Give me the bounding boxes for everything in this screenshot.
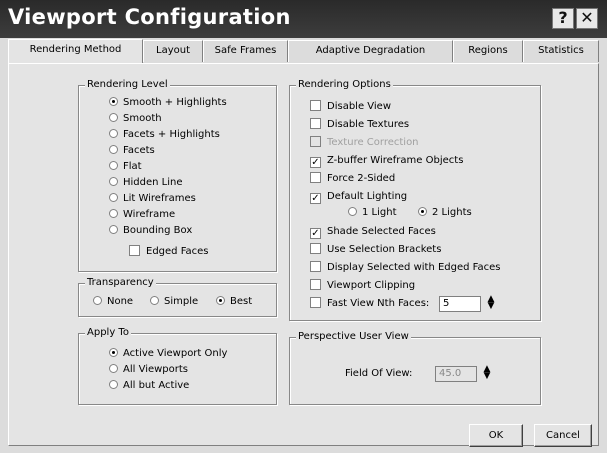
checkbox-disable-textures[interactable]: Disable Textures bbox=[310, 118, 409, 132]
radio-button[interactable] bbox=[109, 364, 118, 373]
checkmark-icon[interactable]: ✓ bbox=[310, 157, 321, 168]
checkbox-selection-brackets[interactable]: Use Selection Brackets bbox=[310, 243, 441, 257]
radio-button[interactable] bbox=[109, 177, 118, 186]
radio-smooth-highlights[interactable]: Smooth + Highlights bbox=[109, 96, 227, 110]
checkbox-display-edged-faces[interactable]: Display Selected with Edged Faces bbox=[310, 261, 500, 275]
apply-to-title: Apply To bbox=[85, 327, 131, 338]
radio-button[interactable] bbox=[109, 145, 118, 154]
perspective-title: Perspective User View bbox=[296, 331, 411, 342]
apply-to-group: Apply To Active Viewport Only All Viewpo… bbox=[78, 327, 277, 405]
radio-transparency-simple[interactable]: Simple bbox=[150, 295, 198, 309]
checkbox-shade-selected-faces[interactable]: ✓ Shade Selected Faces bbox=[310, 225, 436, 239]
help-button[interactable]: ? bbox=[552, 8, 574, 29]
radio-1-light[interactable]: 1 Light bbox=[348, 206, 397, 220]
close-button[interactable]: ✕ bbox=[576, 8, 598, 29]
rendering-level-group: Rendering Level Smooth + Highlights Smoo… bbox=[78, 79, 277, 272]
tab-safe-frames[interactable]: Safe Frames bbox=[203, 40, 288, 62]
radio-button[interactable] bbox=[109, 161, 118, 170]
radio-button[interactable] bbox=[150, 296, 159, 305]
radio-button[interactable] bbox=[109, 348, 118, 357]
tab-regions[interactable]: Regions bbox=[453, 40, 523, 62]
radio-button[interactable] bbox=[216, 296, 225, 305]
radio-button[interactable] bbox=[109, 380, 118, 389]
radio-button[interactable] bbox=[93, 296, 102, 305]
radio-hidden-line[interactable]: Hidden Line bbox=[109, 176, 183, 190]
checkbox-force-2-sided[interactable]: Force 2-Sided bbox=[310, 172, 395, 186]
title-bar[interactable]: Viewport Configuration ? ✕ bbox=[0, 0, 607, 38]
field-of-view-spinner-arrows-icon[interactable]: ▲ ▼ bbox=[480, 365, 494, 382]
checkmark-icon[interactable]: ✓ bbox=[310, 193, 321, 204]
checkbox-box[interactable] bbox=[310, 243, 321, 254]
tab-strip: Rendering Method Layout Safe Frames Adap… bbox=[8, 39, 599, 63]
radio-button[interactable] bbox=[109, 97, 118, 106]
checkbox-box[interactable] bbox=[310, 172, 321, 183]
checkbox-box[interactable] bbox=[310, 100, 321, 111]
checkbox-box[interactable] bbox=[310, 297, 321, 308]
radio-button[interactable] bbox=[109, 129, 118, 138]
radio-button[interactable] bbox=[348, 207, 357, 216]
checkbox-box[interactable] bbox=[310, 261, 321, 272]
radio-active-viewport-only[interactable]: Active Viewport Only bbox=[109, 347, 227, 361]
field-of-view-input[interactable]: 45.0 bbox=[435, 366, 477, 382]
dialog-title: Viewport Configuration bbox=[8, 5, 291, 29]
checkbox-viewport-clipping[interactable]: Viewport Clipping bbox=[310, 279, 415, 293]
checkbox-fast-view[interactable]: Fast View Nth Faces: bbox=[310, 297, 429, 311]
radio-lit-wireframes[interactable]: Lit Wireframes bbox=[109, 192, 196, 206]
radio-facets[interactable]: Facets bbox=[109, 144, 155, 158]
radio-2-lights[interactable]: 2 Lights bbox=[418, 206, 472, 220]
radio-bounding-box[interactable]: Bounding Box bbox=[109, 224, 192, 238]
radio-button[interactable] bbox=[418, 207, 427, 216]
checkbox-edged-faces[interactable]: Edged Faces bbox=[129, 245, 209, 259]
ok-button[interactable]: OK bbox=[469, 424, 523, 447]
cancel-button[interactable]: Cancel bbox=[534, 424, 592, 447]
radio-button[interactable] bbox=[109, 209, 118, 218]
checkbox-box[interactable] bbox=[310, 118, 321, 129]
checkbox-default-lighting[interactable]: ✓ Default Lighting bbox=[310, 190, 407, 204]
radio-all-but-active[interactable]: All but Active bbox=[109, 379, 189, 393]
checkmark-icon[interactable]: ✓ bbox=[310, 228, 321, 239]
perspective-user-view-group: Perspective User View Field Of View: 45.… bbox=[289, 331, 541, 405]
checkbox-box[interactable] bbox=[310, 279, 321, 290]
checkbox-zbuffer-wireframe[interactable]: ✓ Z-buffer Wireframe Objects bbox=[310, 154, 463, 168]
radio-button[interactable] bbox=[109, 193, 118, 202]
fast-view-nth-faces-input[interactable]: 5 bbox=[439, 296, 481, 312]
rendering-options-title: Rendering Options bbox=[296, 79, 393, 90]
tab-rendering-method[interactable]: Rendering Method bbox=[8, 39, 143, 63]
checkbox-texture-correction[interactable]: Texture Correction bbox=[310, 136, 419, 150]
tab-adaptive-degradation[interactable]: Adaptive Degradation bbox=[288, 40, 453, 62]
radio-facets-highlights[interactable]: Facets + Highlights bbox=[109, 128, 220, 142]
transparency-group: Transparency None Simple Best bbox=[78, 277, 277, 317]
radio-all-viewports[interactable]: All Viewports bbox=[109, 363, 188, 377]
radio-wireframe[interactable]: Wireframe bbox=[109, 208, 175, 222]
radio-flat[interactable]: Flat bbox=[109, 160, 142, 174]
checkbox-box[interactable] bbox=[310, 136, 321, 147]
tab-statistics[interactable]: Statistics bbox=[523, 40, 599, 62]
radio-transparency-none[interactable]: None bbox=[93, 295, 133, 309]
rendering-method-panel: Rendering Level Smooth + Highlights Smoo… bbox=[8, 63, 599, 447]
checkbox-box[interactable] bbox=[129, 245, 140, 256]
viewport-configuration-dialog: Viewport Configuration ? ✕ Rendering Met… bbox=[0, 0, 607, 453]
fast-view-spinner-arrows-icon[interactable]: ▲ ▼ bbox=[484, 295, 498, 312]
field-of-view-label: Field Of View: bbox=[345, 368, 413, 379]
radio-smooth[interactable]: Smooth bbox=[109, 112, 162, 126]
radio-button[interactable] bbox=[109, 113, 118, 122]
radio-button[interactable] bbox=[109, 225, 118, 234]
rendering-options-group: Rendering Options Disable View Disable T… bbox=[289, 79, 541, 321]
tab-layout[interactable]: Layout bbox=[143, 40, 203, 62]
radio-transparency-best[interactable]: Best bbox=[216, 295, 252, 309]
transparency-title: Transparency bbox=[85, 277, 156, 288]
checkbox-disable-view[interactable]: Disable View bbox=[310, 100, 391, 114]
rendering-level-title: Rendering Level bbox=[85, 79, 170, 90]
